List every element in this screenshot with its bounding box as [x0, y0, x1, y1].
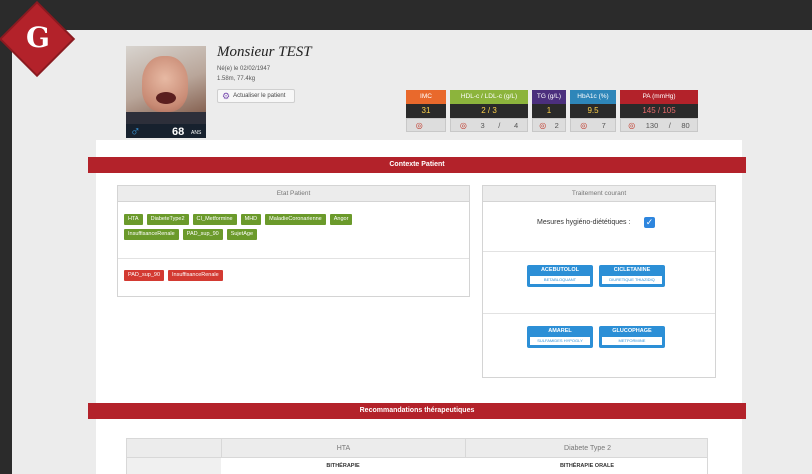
tag-angor: Angor — [329, 214, 353, 225]
etat-divider — [118, 258, 469, 259]
metric-tg-value: 1 — [532, 104, 566, 118]
left-bar — [0, 30, 12, 474]
table-header-hta: HTA — [221, 439, 465, 459]
target-icon: ◎ — [415, 120, 423, 130]
target-icon: ◎ — [580, 120, 588, 130]
metric-hdl-ldl-label: HDL-c / LDL-c (g/L) — [450, 90, 528, 104]
metric-hba1c-label: HbA1c (%) — [570, 90, 616, 104]
patient-stats: 1.58m, 77.4kg — [217, 76, 256, 82]
update-patient-button[interactable]: ⚙ Actualiser le patient — [217, 89, 295, 103]
tag-hta: HTA — [124, 214, 143, 225]
drug-glucophage[interactable]: GLUCOPHAGE METFORMINE — [599, 326, 665, 348]
mhd-label: Mesures hygiéno-diététiques : — [537, 219, 631, 226]
table-cell-hta: BITHÉRAPIE — [326, 463, 360, 469]
avatar-mouth — [156, 92, 176, 104]
metric-hdl-ldl-target: ◎ 3 / 4 — [450, 118, 528, 132]
metric-hba1c: HbA1c (%) 9.5 ◎ 7 — [570, 90, 616, 136]
drug-class: METFORMINE — [602, 337, 662, 345]
metric-tg-target: ◎ 2 — [532, 118, 566, 132]
metric-pa: PA (mmHg) 145 / 105 ◎ 130 / 80 — [620, 90, 698, 136]
tag-mhd: MHD — [240, 214, 262, 225]
metric-hba1c-value: 9.5 — [570, 104, 616, 118]
drug-name: GLUCOPHAGE — [612, 328, 652, 334]
patient-birthdate: Né(e) le 02/02/1947 — [217, 66, 271, 72]
tag-ci-metformine: CI_Metformine — [192, 214, 237, 225]
table-header-row: HTA Diabete Type 2 — [126, 438, 709, 459]
target-ldl: 4 — [513, 120, 519, 130]
tag-sujetage: SujetAge — [226, 229, 258, 240]
metric-imc-target: ◎ — [406, 118, 446, 132]
metric-tg: TG (g/L) 1 ◎ 2 — [532, 90, 566, 136]
logo-letter: G — [26, 21, 50, 54]
tag-alert-insuffisancerenale: InsuffisanceRenale — [168, 270, 223, 281]
etat-patient-title: Etat Patient — [118, 186, 469, 202]
traitement-title: Traitement courant — [483, 186, 715, 202]
drug-class: DIURETIQUE THIAZIDIQ — [602, 276, 662, 284]
section-context-header: Contexte Patient — [88, 157, 746, 173]
target-pas: 130 — [645, 120, 659, 130]
target-hba1c: 7 — [601, 120, 606, 130]
target-pad: 80 — [681, 120, 690, 130]
patient-age-unit: ANS — [191, 130, 202, 136]
gear-icon: ⚙ — [222, 90, 231, 101]
tag-maladiecoronarienne: MaladieCoronarienne — [265, 214, 326, 225]
drug-acebutolol[interactable]: ACEBUTOLOL BETABLOQUANT — [527, 265, 593, 287]
traitement-divider-2 — [483, 313, 715, 314]
target-icon: ◎ — [539, 120, 547, 130]
male-icon: ♂ — [130, 123, 141, 139]
metric-hdl-ldl: HDL-c / LDL-c (g/L) 2 / 3 ◎ 3 / 4 — [450, 90, 528, 136]
metric-hba1c-target: ◎ 7 — [570, 118, 616, 132]
tag-alert-pad-sup-90: PAD_sup_90 — [124, 270, 165, 281]
metric-tg-label: TG (g/L) — [532, 90, 566, 104]
drug-cicletanine[interactable]: CICLETANINE DIURETIQUE THIAZIDIQ — [599, 265, 665, 287]
metric-imc: IMC 31 ◎ — [406, 90, 446, 136]
metric-hdl-ldl-value: 2 / 3 — [450, 104, 528, 118]
target-sep: / — [498, 120, 501, 130]
metric-imc-label: IMC — [406, 90, 446, 104]
metric-pa-label: PA (mmHg) — [620, 90, 698, 104]
tag-insuffisancerenale: InsuffisanceRenale — [124, 229, 179, 240]
drug-class: SULFAMIDES HYPOGLY — [530, 337, 590, 345]
target-icon: ◎ — [628, 120, 636, 130]
table-cell-diabete: BITHÉRAPIE ORALE — [559, 463, 615, 469]
update-patient-label: Actualiser le patient — [233, 93, 286, 99]
table-header-diabete: Diabete Type 2 — [465, 439, 709, 459]
metric-imc-value: 31 — [406, 104, 446, 118]
traitement-divider-1 — [483, 251, 715, 252]
target-sep: / — [668, 120, 671, 130]
top-bar — [0, 0, 812, 30]
target-tg: 2 — [554, 120, 559, 130]
recommendations-table: HTA Diabete Type 2 BITHÉRAPIE BITHÉRAPIE… — [126, 438, 708, 474]
tag-pad-sup-90: PAD_sup_90 — [182, 229, 223, 240]
tag-diabetetype2: DiabeteType2 — [146, 214, 189, 225]
patient-name: Monsieur TEST — [217, 44, 312, 60]
patient-age: 68 — [172, 126, 185, 138]
drug-class: BETABLOQUANT — [530, 276, 590, 284]
metric-pa-value: 145 / 105 — [620, 104, 698, 118]
target-hdl: 3 — [480, 120, 485, 130]
drug-name: AMAREL — [548, 328, 572, 334]
drug-name: CICLETANINE — [613, 267, 651, 273]
table-row: BITHÉRAPIE BITHÉRAPIE ORALE — [126, 458, 708, 474]
drug-name: ACEBUTOLOL — [540, 267, 580, 273]
target-icon: ◎ — [459, 120, 467, 130]
drug-amarel[interactable]: AMAREL SULFAMIDES HYPOGLY — [527, 326, 593, 348]
etat-tags-red: PAD_sup_90 InsuffisanceRenale — [124, 270, 404, 281]
mhd-checkbox[interactable]: ✓ — [644, 217, 655, 228]
section-recommendations-header: Recommandations thérapeutiques — [88, 403, 746, 419]
table-row-label — [127, 458, 221, 474]
metric-pa-target: ◎ 130 / 80 — [620, 118, 698, 132]
etat-tags-green: HTA DiabeteType2 CI_Metformine MHD Malad… — [124, 214, 404, 240]
